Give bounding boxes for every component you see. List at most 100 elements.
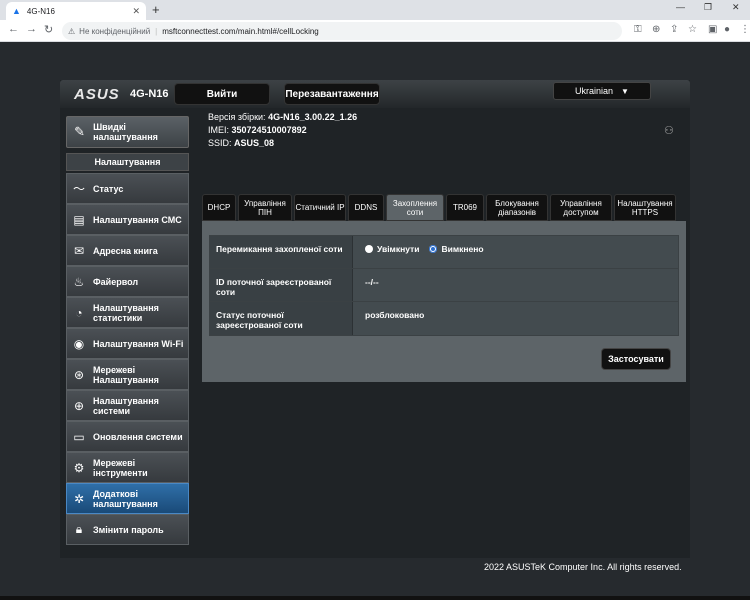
sms-icon: ▤ xyxy=(73,212,85,227)
status-value: розблоковано xyxy=(353,302,678,335)
sidebar-item-label: Змінити пароль xyxy=(93,524,164,535)
sidebar-item-firewall[interactable]: ♨ Файервол xyxy=(66,266,189,297)
users-icon[interactable]: ⚇ xyxy=(664,124,674,137)
language-select[interactable]: Ukrainian ▼ xyxy=(553,82,651,100)
cell-locking-panel: Перемикання захопленої соти Увімкнути Ви… xyxy=(202,221,686,382)
cell-locking-form: Перемикання захопленої соти Увімкнути Ви… xyxy=(209,235,679,336)
minimize-icon[interactable]: — xyxy=(676,2,685,12)
firmware-label: Версія збірки: xyxy=(208,112,266,122)
radio-off-dot xyxy=(429,245,438,253)
router-ui: ASUS 4G-N16 Вийти Перезавантаження Ukrai… xyxy=(60,80,690,558)
forward-icon[interactable]: → xyxy=(26,23,37,35)
radio-off[interactable]: Вимкнено xyxy=(429,244,484,254)
device-info: Версія збірки: 4G-N16_3.00.22_1.26 IMEI:… xyxy=(208,111,357,150)
imei-value: 350724510007892 xyxy=(231,125,307,135)
imei-label: IMEI: xyxy=(208,125,230,135)
switch-value: Увімкнути Вимкнено xyxy=(353,236,678,268)
copyright-text: 2022 ASUSTeK Computer Inc. All rights re… xyxy=(484,562,682,572)
tools-icon: ⚙ xyxy=(73,460,85,475)
browser-toolbar: ← → ↻ ⚠ Не конфіденційний | msftconnectt… xyxy=(0,20,750,42)
sidebar-item-label: Налаштування Wi-Fi xyxy=(93,338,184,349)
sidebar-item-label: Мережеві інструменти xyxy=(93,457,148,478)
radio-on-label: Увімкнути xyxy=(377,244,420,254)
key-icon[interactable]: ⚿ xyxy=(634,24,642,35)
profile-icon[interactable]: ● xyxy=(724,24,730,35)
sidebar-item-label: Мережеві Налаштування xyxy=(93,364,159,385)
sidebar-item-wifi[interactable]: ◉ Налаштування Wi-Fi xyxy=(66,328,189,359)
tab-cell-locking[interactable]: Захоплення соти xyxy=(386,194,444,221)
not-secure-label: Не конфіденційний xyxy=(79,26,151,36)
menu-kebab-icon[interactable]: ⋮ xyxy=(740,24,750,35)
address-bar[interactable]: ⚠ Не конфіденційний | msftconnecttest.co… xyxy=(62,22,622,40)
logout-button[interactable]: Вийти xyxy=(174,83,270,105)
sidebar-item-system[interactable]: ⊕ Налаштування системи xyxy=(66,390,189,421)
radio-on-dot xyxy=(365,245,373,253)
ssid-value: ASUS_08 xyxy=(234,138,275,148)
tab-dhcp[interactable]: DHCP xyxy=(202,194,236,221)
tab-pin[interactable]: Управління ПІН xyxy=(238,194,292,221)
sidebar-item-label: Файервол xyxy=(93,276,139,287)
wifi-icon: ◉ xyxy=(73,336,85,351)
form-row-status: Статус поточної зареєстрованої соти розб… xyxy=(210,302,678,335)
share-icon[interactable]: ⇪ xyxy=(670,24,678,35)
pulse-icon: 〜 xyxy=(72,182,85,196)
sidebar-menu: 〜 Статус ▤ Налаштування СМС ✉ Адресна книга… xyxy=(66,173,189,545)
close-window-icon[interactable]: ✕ xyxy=(732,2,740,13)
sidebar-item-label: Статус xyxy=(93,183,124,194)
apply-button[interactable]: Застосувати xyxy=(601,348,671,370)
asus-favicon-icon: ▲ xyxy=(12,6,21,16)
close-tab-icon[interactable]: ✕ xyxy=(132,6,140,17)
browser-tab-title: 4G-N16 xyxy=(26,6,55,16)
tab-https[interactable]: Налаштування HTTPS xyxy=(614,194,676,221)
sidebar-item-label: Налаштування системи xyxy=(93,395,159,416)
tab-static-ip[interactable]: Статичний IP xyxy=(294,194,346,221)
cell-id-label: ID поточної зареєстрованої соти xyxy=(210,269,353,301)
globe-icon: ⊕ xyxy=(73,398,85,413)
sidebar-item-update[interactable]: ▭ Оновлення системи xyxy=(66,421,189,452)
sidebar-item-status[interactable]: 〜 Статус xyxy=(66,173,189,204)
ssid-label: SSID: xyxy=(208,138,232,148)
tab-band-lock[interactable]: Блокування діапазонів xyxy=(486,194,548,221)
sidebar-item-tools[interactable]: ⚙ Мережеві інструменти xyxy=(66,452,189,483)
sidebar-item-statistics[interactable]: ◔ Налаштування статистики xyxy=(66,297,189,328)
new-tab-button[interactable]: + xyxy=(152,2,160,17)
asus-logo: ASUS xyxy=(74,86,120,103)
status-label: Статус поточної зареєстрованої соти xyxy=(210,302,353,335)
chevron-down-icon: ▼ xyxy=(621,86,629,96)
bookmark-star-icon[interactable]: ☆ xyxy=(688,24,697,35)
sidebar-item-advanced[interactable]: ✲ Додаткові налаштування xyxy=(66,483,189,514)
firewall-icon: ♨ xyxy=(73,274,85,289)
reload-icon[interactable]: ↻ xyxy=(44,23,53,36)
sidebar-item-password[interactable]: 🔒︎ Змінити пароль xyxy=(66,514,189,545)
sidebar-item-label: Налаштування СМС xyxy=(93,214,182,225)
gauge-icon: ◔ xyxy=(75,305,83,320)
zoom-icon[interactable]: ⊕ xyxy=(652,24,660,35)
url-text: msftconnecttest.com/main.html#/cellLocki… xyxy=(162,26,319,36)
router-header: ASUS 4G-N16 Вийти Перезавантаження Ukrai… xyxy=(60,80,690,108)
radio-on[interactable]: Увімкнути xyxy=(365,244,419,254)
form-row-cell-id: ID поточної зареєстрованої соти --/-- xyxy=(210,269,678,302)
sidepanel-icon[interactable]: ▣ xyxy=(708,24,717,35)
reboot-button[interactable]: Перезавантаження xyxy=(284,83,380,105)
model-name: 4G-N16 xyxy=(130,88,169,100)
sidebar-item-network[interactable]: ⊛ Мережеві Налаштування xyxy=(66,359,189,390)
quick-setup-button[interactable]: ✎ Швидкі налаштування xyxy=(66,116,189,148)
sidebar-item-sms[interactable]: ▤ Налаштування СМС xyxy=(66,204,189,235)
address-book-icon: ✉ xyxy=(73,243,85,258)
advanced-icon: ✲ xyxy=(73,491,85,506)
quick-setup-icon: ✎ xyxy=(74,124,85,139)
sidebar-item-address-book[interactable]: ✉ Адресна книга xyxy=(66,235,189,266)
omnibox-separator: | xyxy=(155,26,158,36)
menu-header: Налаштування xyxy=(66,153,189,171)
browser-tabbar: ▲ 4G-N16 ✕ + — ❐ ✕ xyxy=(0,0,750,20)
sidebar-item-label: Оновлення системи xyxy=(93,431,183,442)
tab-ddns[interactable]: DDNS xyxy=(348,194,384,221)
tab-tr069[interactable]: TR069 xyxy=(446,194,484,221)
warning-icon: ⚠ xyxy=(68,26,76,36)
back-icon[interactable]: ← xyxy=(8,23,19,35)
browser-tab[interactable]: ▲ 4G-N16 ✕ xyxy=(6,2,146,20)
form-row-switch: Перемикання захопленої соти Увімкнути Ви… xyxy=(210,236,678,269)
tab-access-control[interactable]: Управління доступом xyxy=(550,194,612,221)
maximize-icon[interactable]: ❐ xyxy=(704,2,712,13)
bottom-bar xyxy=(0,596,750,600)
